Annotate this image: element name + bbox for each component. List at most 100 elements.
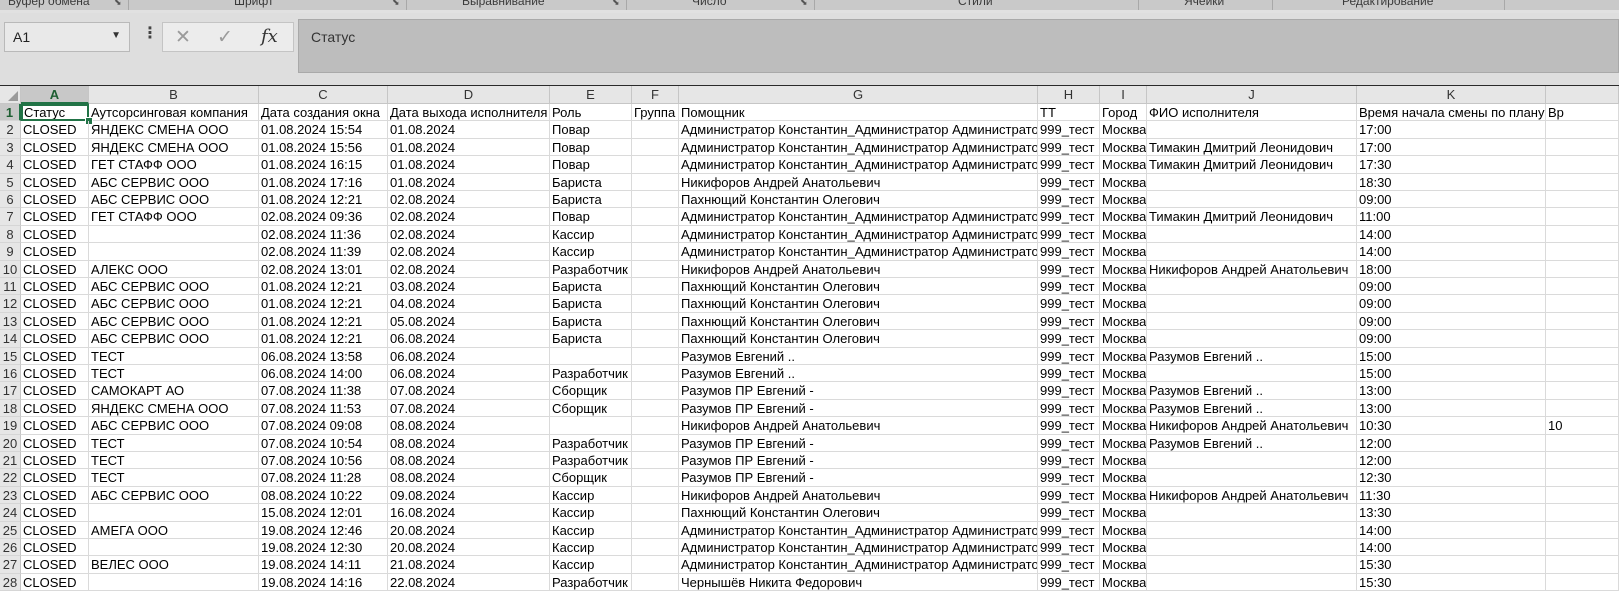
data-cell[interactable]: 07.08.2024 11:28 [259,469,388,487]
data-cell[interactable]: 15:00 [1357,347,1546,365]
chevron-down-icon[interactable]: ▼ [111,30,121,41]
data-cell[interactable]: Разработчик [550,434,632,452]
data-cell[interactable]: 12:00 [1357,434,1546,452]
column-title-cell[interactable]: Аутсорсинговая компания [89,104,259,122]
data-cell[interactable] [632,243,679,261]
column-title-cell[interactable]: ТТ [1038,104,1100,122]
data-cell[interactable]: 14:00 [1357,225,1546,244]
data-cell[interactable]: АБС СЕРВИС ООО [89,191,259,209]
data-cell[interactable]: 06.08.2024 14:00 [259,365,388,383]
dialog-launcher-icon[interactable]: ⬊ [114,0,122,8]
data-cell[interactable]: Пахнющий Константин Олегович [679,504,1038,522]
data-cell[interactable]: Кассир [550,539,632,557]
data-cell[interactable]: 07.08.2024 11:53 [259,399,388,418]
data-cell[interactable]: Разработчик [550,365,632,383]
data-cell[interactable] [1147,191,1357,209]
data-cell[interactable]: 01.08.2024 15:56 [259,138,388,157]
data-cell[interactable]: Москва [1100,486,1147,505]
data-cell[interactable]: 06.08.2024 [388,365,550,383]
ribbon-group-alignment[interactable]: Выравнивание [462,0,545,8]
data-cell[interactable]: CLOSED [21,243,89,261]
data-cell[interactable] [1546,225,1619,244]
data-cell[interactable]: 01.08.2024 12:21 [259,330,388,348]
data-cell[interactable]: Бариста [550,295,632,313]
data-cell[interactable] [1147,573,1357,592]
data-cell[interactable]: Москва [1100,121,1147,139]
data-cell[interactable] [632,347,679,365]
data-cell[interactable]: Администратор Константин_Администратор А… [679,225,1038,244]
row-header[interactable]: 10 [0,260,21,278]
data-cell[interactable]: 999_тест [1038,399,1100,418]
data-cell[interactable]: Бариста [550,173,632,191]
data-cell[interactable] [632,452,679,470]
data-cell[interactable] [1546,399,1619,418]
data-cell[interactable]: 11:00 [1357,208,1546,226]
data-cell[interactable]: Тимакин Дмитрий Леонидович [1147,138,1357,157]
data-cell[interactable]: ЯНДЕКС СМЕНА ООО [89,399,259,418]
row-header[interactable]: 7 [0,208,21,226]
data-cell[interactable] [1147,312,1357,331]
data-cell[interactable]: Москва [1100,243,1147,261]
data-cell[interactable]: CLOSED [21,382,89,400]
data-cell[interactable]: 999_тест [1038,469,1100,487]
column-header-j[interactable]: J [1147,86,1357,104]
data-cell[interactable]: Администратор Константин_Администратор А… [679,208,1038,226]
data-cell[interactable]: Чернышёв Никита Федорович [679,573,1038,592]
data-cell[interactable]: 06.08.2024 13:58 [259,347,388,365]
data-cell[interactable]: 18:00 [1357,260,1546,278]
ribbon-group-cells[interactable]: Ячейки [1184,0,1224,8]
data-cell[interactable]: 02.08.2024 [388,208,550,226]
data-cell[interactable]: 07.08.2024 11:38 [259,382,388,400]
data-cell[interactable] [632,556,679,574]
data-cell[interactable]: 999_тест [1038,225,1100,244]
data-cell[interactable]: Разумов Евгений .. [1147,434,1357,452]
data-cell[interactable]: CLOSED [21,121,89,139]
data-cell[interactable] [1147,225,1357,244]
data-cell[interactable]: 04.08.2024 [388,295,550,313]
data-cell[interactable]: Москва [1100,330,1147,348]
data-cell[interactable]: 999_тест [1038,138,1100,157]
data-cell[interactable]: Сборщик [550,469,632,487]
data-cell[interactable]: Москва [1100,312,1147,331]
data-cell[interactable]: 999_тест [1038,156,1100,174]
data-cell[interactable]: 01.08.2024 12:21 [259,191,388,209]
data-cell[interactable]: 20.08.2024 [388,521,550,539]
data-cell[interactable]: 999_тест [1038,260,1100,278]
data-cell[interactable]: 08.08.2024 10:22 [259,486,388,505]
data-cell[interactable]: 999_тест [1038,347,1100,365]
data-cell[interactable] [1147,521,1357,539]
data-cell[interactable]: Москва [1100,278,1147,296]
data-cell[interactable] [632,382,679,400]
column-header-e[interactable]: E [550,86,632,104]
data-cell[interactable]: ТЕСТ [89,365,259,383]
data-cell[interactable]: 22.08.2024 [388,573,550,592]
row-header[interactable]: 2 [0,121,21,139]
row-header[interactable]: 12 [0,295,21,313]
data-cell[interactable]: Москва [1100,260,1147,278]
dialog-launcher-icon[interactable]: ⬊ [612,0,620,8]
row-header[interactable]: 5 [0,173,21,191]
data-cell[interactable] [1147,173,1357,191]
data-cell[interactable]: Москва [1100,208,1147,226]
data-cell[interactable] [632,260,679,278]
data-cell[interactable]: Москва [1100,556,1147,574]
data-cell[interactable]: Кассир [550,225,632,244]
data-cell[interactable]: 999_тест [1038,173,1100,191]
worksheet-grid[interactable]: ABCDEFGHIJK 1 Статус Аутсорсинговая компан… [0,85,1619,604]
data-cell[interactable] [1546,556,1619,574]
data-cell[interactable]: CLOSED [21,208,89,226]
data-cell[interactable]: CLOSED [21,539,89,557]
data-cell[interactable]: 09:00 [1357,330,1546,348]
data-cell[interactable] [632,573,679,592]
column-title-cell[interactable]: ФИО исполнителя [1147,104,1357,122]
data-cell[interactable]: CLOSED [21,417,89,435]
data-cell[interactable]: АБС СЕРВИС ООО [89,486,259,505]
data-cell[interactable]: Администратор Константин_Администратор А… [679,243,1038,261]
data-cell[interactable]: Москва [1100,434,1147,452]
data-cell[interactable]: 02.08.2024 [388,243,550,261]
row-header[interactable]: 27 [0,556,21,574]
row-header[interactable]: 25 [0,521,21,539]
data-cell[interactable]: Повар [550,121,632,139]
data-cell[interactable]: Сборщик [550,399,632,418]
data-cell[interactable]: АБС СЕРВИС ООО [89,312,259,331]
